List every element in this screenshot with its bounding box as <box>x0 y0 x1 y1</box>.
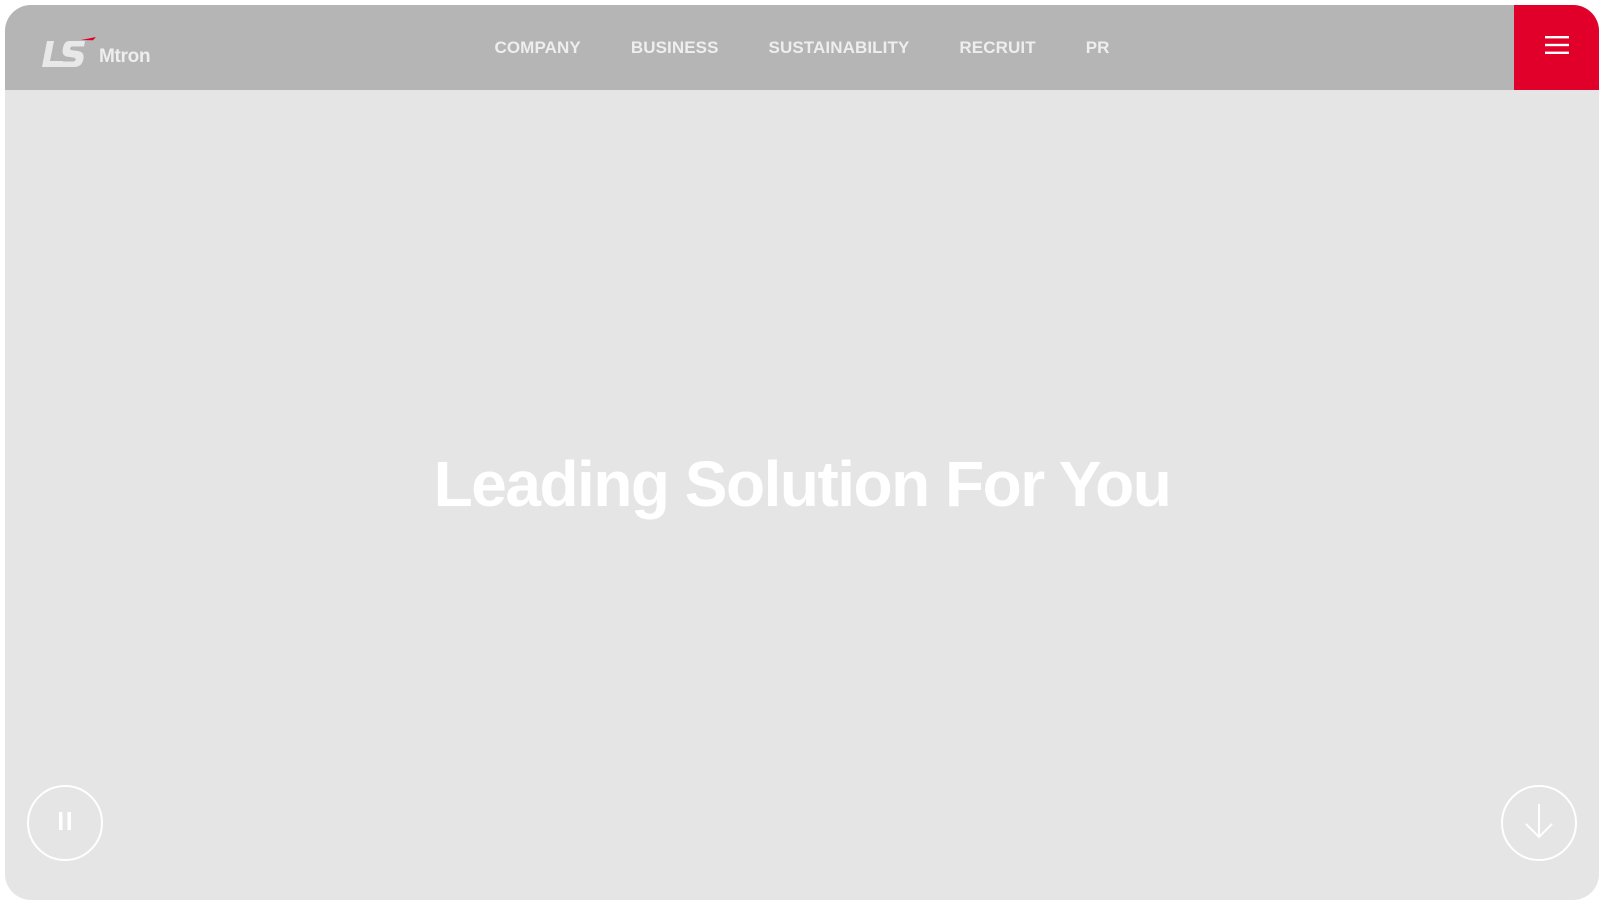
scroll-down-button[interactable] <box>1501 785 1577 861</box>
nav-item-business[interactable]: BUSINESS <box>606 38 744 58</box>
pause-button[interactable] <box>27 785 103 861</box>
main-nav-list: COMPANY BUSINESS SUSTAINABILITY RECRUIT … <box>469 38 1134 58</box>
hero-title: Leading Solution For You <box>433 447 1172 520</box>
nav-item-sustainability[interactable]: SUSTAINABILITY <box>744 38 935 58</box>
site-header: Mtron COMPANY BUSINESS SUSTAINABILITY RE… <box>5 5 1599 90</box>
menu-button[interactable] <box>1514 5 1599 90</box>
nav-item-recruit[interactable]: RECRUIT <box>934 38 1060 58</box>
hamburger-menu-icon <box>1544 35 1569 60</box>
nav-item-pr[interactable]: PR <box>1061 38 1135 58</box>
nav-item-company[interactable]: COMPANY <box>469 38 605 58</box>
page-viewport: Mtron COMPANY BUSINESS SUSTAINABILITY RE… <box>5 5 1599 900</box>
main-nav: COMPANY BUSINESS SUSTAINABILITY RECRUIT … <box>5 5 1514 90</box>
arrow-down-icon <box>1524 802 1554 845</box>
pause-icon <box>58 811 72 835</box>
